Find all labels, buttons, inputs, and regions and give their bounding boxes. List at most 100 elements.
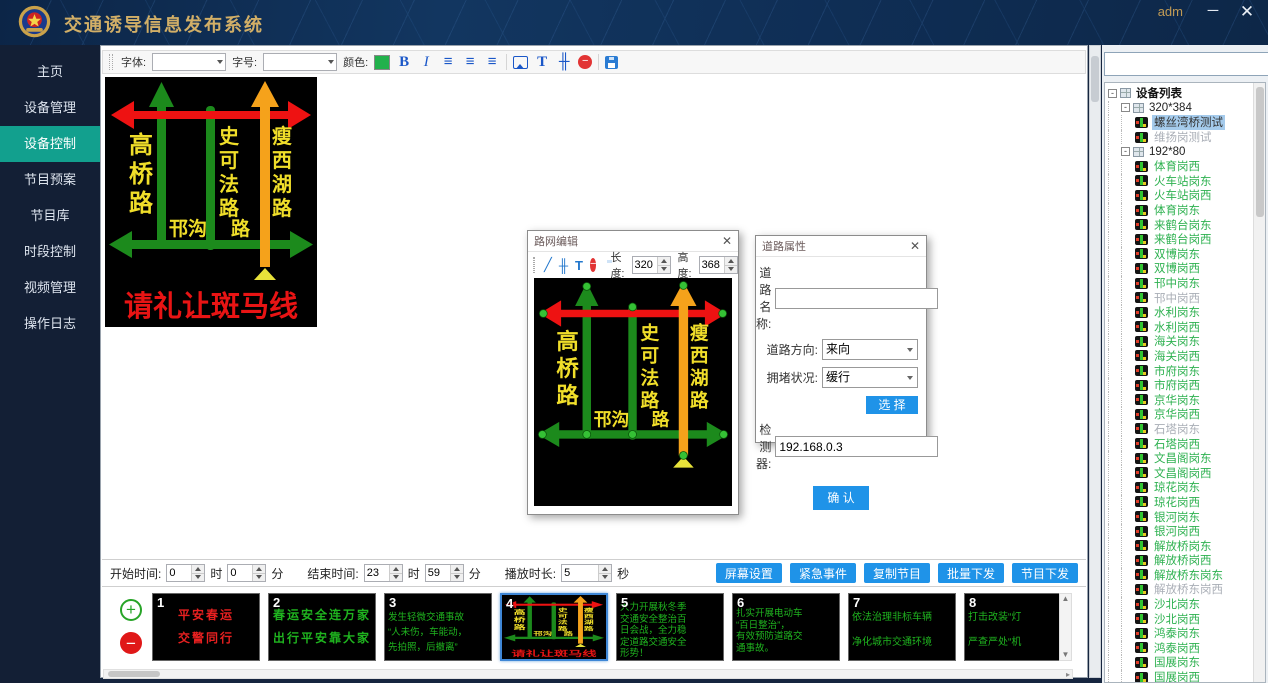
- duration-stepper[interactable]: [561, 564, 612, 582]
- tree-device-item[interactable]: 市府岗东: [1108, 363, 1252, 378]
- tree-device-item[interactable]: 国展岗西: [1108, 670, 1252, 683]
- tree-device-item[interactable]: 来鹤台岗西: [1108, 232, 1252, 247]
- tree-device-item[interactable]: 维扬岗测试: [1108, 130, 1252, 145]
- select-button[interactable]: 选 择: [866, 396, 918, 414]
- program-thumbnail[interactable]: 6扎实开展电动车“百日整治”，有效预防道路交通事故。: [732, 593, 840, 661]
- tree-device-item[interactable]: 鸿泰岗东: [1108, 626, 1252, 641]
- step-up-icon[interactable]: [599, 565, 611, 574]
- step-down-icon[interactable]: [253, 574, 265, 582]
- program-thumbnail[interactable]: 8打击改装“灯严查严处“机: [964, 593, 1072, 661]
- tree-device-item[interactable]: 体育岗东: [1108, 203, 1252, 218]
- remove-program-button[interactable]: −: [120, 632, 142, 654]
- text-tool-icon[interactable]: T: [534, 52, 550, 72]
- step-up-icon[interactable]: [725, 257, 737, 266]
- sidebar-item[interactable]: 视频管理: [0, 270, 100, 306]
- program-thumbnail[interactable]: 1平安春运交警同行: [152, 593, 260, 661]
- step-down-icon[interactable]: [390, 574, 402, 582]
- close-icon[interactable]: ✕: [1236, 2, 1258, 22]
- program-thumbnail[interactable]: 7依法治理非标车辆净化城市交通环境: [848, 593, 956, 661]
- program-thumbnail[interactable]: 5大力开展秋冬季交通安全整治百日会战，全力稳定道路交通安全形势！: [616, 593, 724, 661]
- tree-group[interactable]: -192*80: [1108, 144, 1252, 159]
- tree-device-item[interactable]: 水利岗西: [1108, 320, 1252, 335]
- tree-device-item[interactable]: 京华岗东: [1108, 392, 1252, 407]
- close-icon[interactable]: ✕: [910, 239, 920, 253]
- sidebar-item[interactable]: 设备管理: [0, 90, 100, 126]
- scroll-down-icon[interactable]: ▼: [1062, 650, 1070, 660]
- tree-device-item[interactable]: 琼花岗东: [1108, 480, 1252, 495]
- scrollbar-thumb[interactable]: [108, 671, 160, 677]
- sidebar-item[interactable]: 节目预案: [0, 162, 100, 198]
- height-input[interactable]: [700, 257, 724, 273]
- tree-device-item[interactable]: 文昌阁岗西: [1108, 465, 1252, 480]
- tree-device-item[interactable]: 石塔岗西: [1108, 436, 1252, 451]
- road-tool-icon[interactable]: ╫: [559, 258, 568, 273]
- tree-device-item[interactable]: 解放桥东岗西: [1108, 582, 1252, 597]
- tree-device-item[interactable]: 解放桥岗东: [1108, 538, 1252, 553]
- scroll-right-icon[interactable]: ▸: [1066, 670, 1070, 679]
- action-button[interactable]: 复制节目: [864, 563, 930, 583]
- tree-root[interactable]: -设备列表: [1108, 86, 1252, 101]
- program-thumbnail[interactable]: 4高桥路史可法路瘦西湖路邗沟路请礼让斑马线: [500, 593, 608, 661]
- expander-icon[interactable]: -: [1108, 89, 1117, 98]
- sidebar-item[interactable]: 设备控制: [0, 126, 100, 162]
- minimize-icon[interactable]: ─: [1202, 2, 1224, 19]
- end-hour-input[interactable]: [365, 565, 389, 581]
- search-input[interactable]: [1104, 52, 1268, 76]
- scrollbar-thumb[interactable]: [1091, 56, 1099, 102]
- tree-device-item[interactable]: 邗中岗东: [1108, 276, 1252, 291]
- step-down-icon[interactable]: [192, 574, 204, 582]
- bold-button[interactable]: B: [396, 52, 412, 72]
- tree-device-item[interactable]: 琼花岗西: [1108, 495, 1252, 510]
- tree-device-item[interactable]: 文昌阁岗东: [1108, 451, 1252, 466]
- tree-device-item[interactable]: 双博岗东: [1108, 247, 1252, 262]
- tree-device-item[interactable]: 银河岗东: [1108, 509, 1252, 524]
- tree-scrollbar[interactable]: [1253, 83, 1265, 682]
- start-minute-input[interactable]: [228, 565, 252, 581]
- image-icon[interactable]: [513, 56, 528, 69]
- length-stepper[interactable]: [632, 256, 671, 274]
- dialog-titlebar[interactable]: 道路属性 ✕: [756, 236, 926, 257]
- step-down-icon[interactable]: [599, 574, 611, 582]
- tree-device-item[interactable]: 火车站岗东: [1108, 174, 1252, 189]
- confirm-button[interactable]: 确 认: [813, 486, 869, 510]
- font-select[interactable]: [152, 53, 226, 71]
- tree-device-item[interactable]: 京华岗西: [1108, 407, 1252, 422]
- tree-device-item[interactable]: 双博岗西: [1108, 261, 1252, 276]
- tree-device-item[interactable]: 银河岗西: [1108, 524, 1252, 539]
- road-tool-icon[interactable]: ╫: [556, 52, 572, 72]
- tree-device-item[interactable]: 水利岗东: [1108, 305, 1252, 320]
- strip-scrollbar[interactable]: ▲ ▼: [1059, 593, 1072, 661]
- start-hour-input[interactable]: [167, 565, 191, 581]
- detector-field[interactable]: [775, 436, 938, 457]
- expander-icon[interactable]: -: [1121, 103, 1130, 112]
- action-button[interactable]: 批量下发: [938, 563, 1004, 583]
- save-icon[interactable]: [605, 56, 618, 69]
- tree-device-item[interactable]: 解放桥岗西: [1108, 553, 1252, 568]
- dialog-titlebar[interactable]: 路网编辑 ✕: [528, 231, 738, 252]
- road-editor-canvas[interactable]: 高桥路史可法路瘦西湖路邗沟路: [534, 278, 732, 506]
- delete-icon[interactable]: −: [578, 55, 592, 69]
- close-icon[interactable]: ✕: [722, 234, 732, 248]
- action-button[interactable]: 屏幕设置: [716, 563, 782, 583]
- end-minute-stepper[interactable]: [425, 564, 464, 582]
- action-button[interactable]: 紧急事件: [790, 563, 856, 583]
- length-input[interactable]: [633, 257, 657, 273]
- congestion-select[interactable]: 缓行: [822, 367, 918, 388]
- tree-device-item[interactable]: 沙北岗东: [1108, 597, 1252, 612]
- road-direction-select[interactable]: 来向: [822, 339, 918, 360]
- tree-device-item[interactable]: 螺丝湾桥测试: [1108, 115, 1252, 130]
- step-up-icon[interactable]: [390, 565, 402, 574]
- text-tool-icon[interactable]: T: [575, 258, 583, 273]
- scrollbar-thumb[interactable]: [1256, 87, 1264, 217]
- italic-button[interactable]: I: [418, 52, 434, 72]
- start-hour-stepper[interactable]: [166, 564, 205, 582]
- tree-device-item[interactable]: 体育岗西: [1108, 159, 1252, 174]
- tree-device-item[interactable]: 鸿泰岗西: [1108, 641, 1252, 656]
- align-left-icon[interactable]: ≡: [440, 52, 456, 72]
- tree-device-item[interactable]: 市府岗西: [1108, 378, 1252, 393]
- road-network-drawing[interactable]: 高桥路史可法路瘦西湖路邗沟路: [534, 278, 732, 506]
- align-center-icon[interactable]: ≡: [462, 52, 478, 72]
- sidebar-item[interactable]: 操作日志: [0, 306, 100, 342]
- tree-device-item[interactable]: 来鹤台岗东: [1108, 217, 1252, 232]
- tree-device-item[interactable]: 火车站岗西: [1108, 188, 1252, 203]
